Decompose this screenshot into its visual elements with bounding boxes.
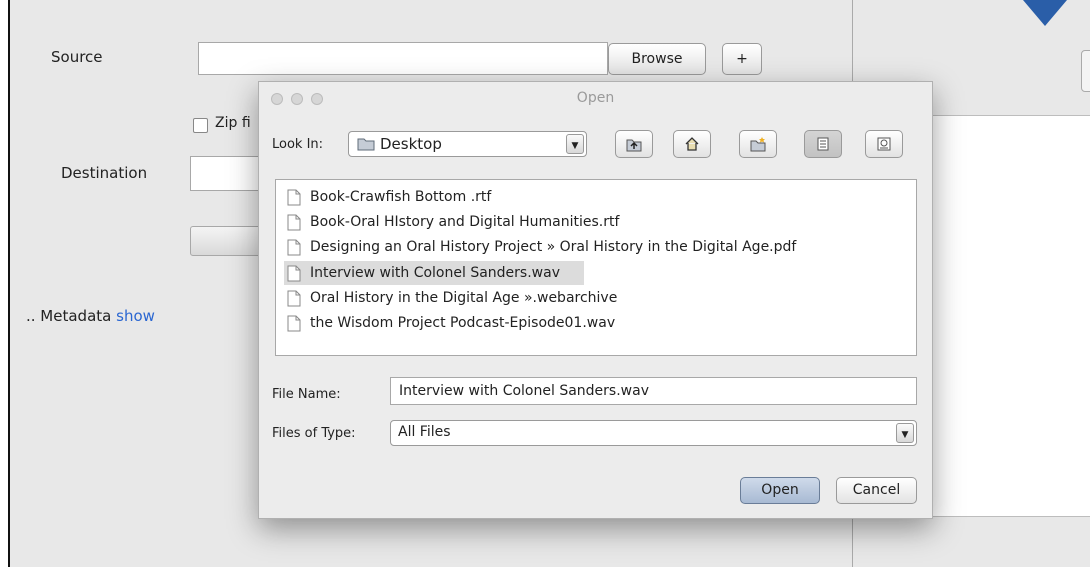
metadata-row: .. Metadata show	[26, 307, 155, 325]
details-view-icon	[877, 137, 891, 151]
file-name-label: File Name:	[272, 387, 341, 402]
new-folder-button[interactable]	[739, 130, 777, 158]
details-view-button[interactable]	[865, 130, 903, 158]
up-one-level-button[interactable]	[615, 130, 653, 158]
list-view-button[interactable]	[804, 130, 842, 158]
file-item-name: the Wisdom Project Podcast-Episode01.wav	[310, 315, 616, 331]
home-button[interactable]	[673, 130, 711, 158]
dialog-titlebar: Open	[259, 82, 932, 114]
file-item-name: Book-Oral HIstory and Digital Humanities…	[310, 214, 620, 230]
file-item[interactable]: Oral History in the Digital Age ».webarc…	[284, 286, 904, 310]
file-type-label: Files of Type:	[272, 426, 356, 441]
source-label: Source	[51, 48, 103, 66]
document-icon	[287, 290, 301, 307]
file-item-name: Oral History in the Digital Age ».webarc…	[310, 290, 618, 306]
file-item[interactable]: the Wisdom Project Podcast-Episode01.wav	[284, 311, 904, 335]
document-icon	[287, 265, 301, 282]
open-dialog: Open Look In: Desktop ▼ Book-Crawfish Bo…	[258, 81, 933, 519]
dropdown-arrow-icon: ▼	[896, 423, 914, 443]
file-type-value: All Files	[398, 424, 451, 440]
folder-icon	[357, 138, 375, 151]
look-in-label: Look In:	[272, 137, 324, 152]
metadata-label: .. Metadata	[26, 307, 112, 325]
new-folder-icon	[750, 137, 766, 152]
file-name-input[interactable]: Interview with Colonel Sanders.wav	[390, 377, 917, 405]
metadata-show-link[interactable]: show	[116, 307, 155, 325]
dialog-title: Open	[576, 90, 615, 106]
destination-label: Destination	[61, 164, 148, 182]
file-item-name: Book-Crawfish Bottom .rtf	[310, 189, 492, 205]
file-item[interactable]: Designing an Oral History Project » Oral…	[284, 235, 904, 259]
zip-checkbox[interactable]	[193, 118, 208, 133]
add-source-button[interactable]: +	[722, 43, 762, 75]
zip-label: Zip fi	[215, 115, 251, 131]
document-icon	[287, 315, 301, 332]
open-button[interactable]: Open	[740, 477, 820, 504]
file-type-select[interactable]: All Files ▼	[390, 420, 917, 446]
right-button[interactable]	[1081, 50, 1090, 92]
file-list[interactable]: Book-Crawfish Bottom .rtf Book-Oral HIst…	[275, 179, 917, 356]
look-in-value: Desktop	[380, 135, 442, 153]
browse-button[interactable]: Browse	[608, 43, 706, 75]
file-item[interactable]: Book-Crawfish Bottom .rtf	[284, 185, 904, 209]
list-view-icon	[817, 137, 829, 151]
document-icon	[287, 214, 301, 231]
source-input[interactable]	[198, 42, 608, 75]
home-icon	[685, 137, 699, 151]
expand-triangle-icon[interactable]	[1023, 0, 1067, 26]
file-item-selected[interactable]: Interview with Colonel Sanders.wav	[284, 261, 584, 285]
cancel-button[interactable]: Cancel	[836, 477, 917, 504]
file-item[interactable]: Book-Oral HIstory and Digital Humanities…	[284, 210, 904, 234]
dropdown-arrow-icon: ▼	[566, 134, 584, 154]
folder-up-icon	[626, 139, 642, 152]
file-item-name: Interview with Colonel Sanders.wav	[310, 265, 560, 281]
document-icon	[287, 189, 301, 206]
document-icon	[287, 239, 301, 256]
file-item-name: Designing an Oral History Project » Oral…	[310, 239, 797, 255]
look-in-select[interactable]: Desktop ▼	[348, 131, 587, 157]
